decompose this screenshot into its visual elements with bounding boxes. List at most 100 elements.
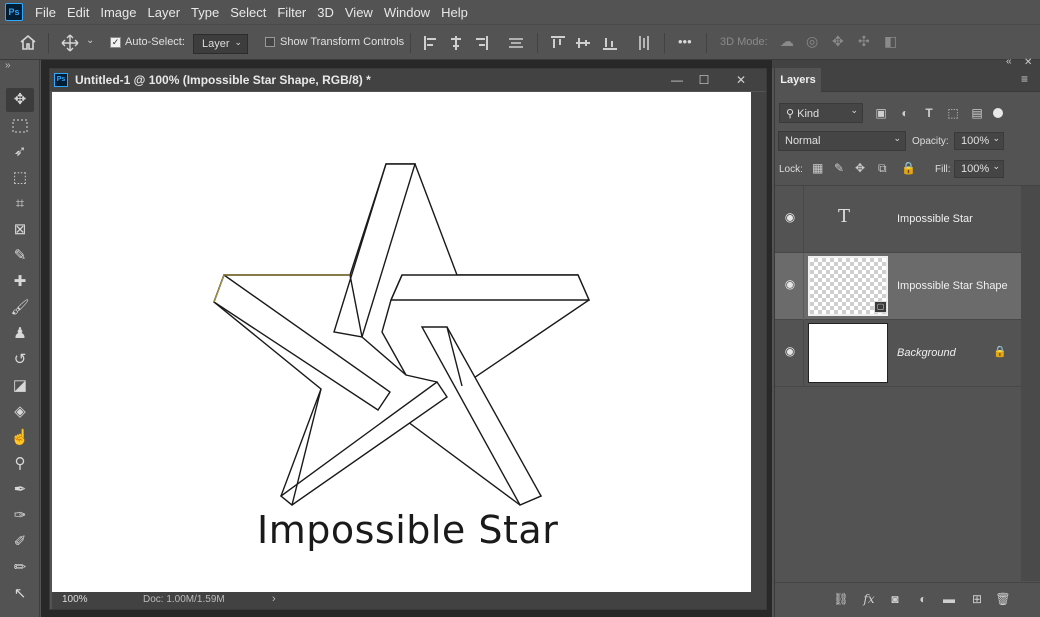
eraser-tool-icon[interactable]: ◪ xyxy=(6,374,34,398)
3d-slide-icon[interactable]: ✣ xyxy=(858,33,870,50)
menu-view[interactable]: View xyxy=(345,5,373,20)
show-transform-controls-checkbox[interactable] xyxy=(265,37,275,47)
fill-field[interactable]: 100% ⌄ xyxy=(954,160,1004,178)
lock-artboard-icon[interactable]: ⧉ xyxy=(878,161,887,176)
brush-tool-icon[interactable]: 🖌 xyxy=(6,296,34,320)
layer-row-background[interactable]: ◉ Background 🔒 xyxy=(775,320,1021,387)
lock-transparent-pixels-icon[interactable]: ▦ xyxy=(812,161,823,175)
distribute-vertical-icon[interactable] xyxy=(637,36,651,50)
collapse-panels-icon[interactable]: « xyxy=(1006,56,1012,67)
show-transform-controls-label: Show Transform Controls xyxy=(280,36,405,48)
home-icon[interactable] xyxy=(19,34,37,50)
layer-lock-icon[interactable]: 🔒 xyxy=(993,345,1007,358)
add-mask-icon[interactable]: ◙ xyxy=(887,591,903,607)
filter-type-layers-icon[interactable]: T xyxy=(921,106,937,122)
align-top-edges-icon[interactable] xyxy=(551,36,565,50)
object-selection-tool-icon[interactable]: ⬚ xyxy=(6,166,34,190)
clone-stamp-tool-icon[interactable]: ♟ xyxy=(6,322,34,346)
auto-select-target-dropdown[interactable]: Layer ⌄ xyxy=(193,34,248,54)
filter-adjustment-layers-icon[interactable]: ◐ xyxy=(897,106,913,122)
chevron-down-icon: ⌄ xyxy=(234,37,242,47)
filter-pixel-layers-icon[interactable]: ▣ xyxy=(873,106,889,122)
new-layer-icon[interactable]: ⊞ xyxy=(969,591,985,607)
lock-position-icon[interactable]: ✥ xyxy=(855,161,865,175)
canvas[interactable]: Impossible Star xyxy=(52,92,751,592)
auto-select-checkbox[interactable]: ✓ xyxy=(110,37,121,48)
pen-tool-icon[interactable]: ✒ xyxy=(6,478,34,502)
marquee-tool-icon[interactable] xyxy=(6,114,34,138)
menu-file[interactable]: File xyxy=(35,5,56,20)
filter-kind-dropdown[interactable]: ⚲ Kind ⌄ xyxy=(779,103,863,123)
align-right-edges-icon[interactable] xyxy=(474,36,488,50)
align-vertical-centers-icon[interactable] xyxy=(576,36,590,50)
3d-scale-icon[interactable]: ◧ xyxy=(884,33,897,50)
dodge-tool-icon[interactable]: ⚲ xyxy=(6,452,34,476)
align-horizontal-centers-icon[interactable] xyxy=(449,36,463,50)
crop-tool-icon[interactable]: ⌗ xyxy=(6,192,34,216)
menu-select[interactable]: Select xyxy=(230,5,266,20)
healing-brush-tool-icon[interactable]: ✚ xyxy=(6,270,34,294)
distribute-icon[interactable] xyxy=(508,36,524,50)
lock-image-pixels-icon[interactable]: ✎ xyxy=(834,161,844,175)
minimize-button[interactable]: — xyxy=(665,71,689,89)
link-layers-icon[interactable]: ⛓ xyxy=(833,591,849,607)
filter-toggle-icon[interactable] xyxy=(993,108,1003,118)
status-menu-arrow-icon[interactable]: › xyxy=(272,593,276,605)
curvature-pen-tool-icon[interactable]: ✐ xyxy=(6,530,34,554)
close-panel-icon[interactable]: ✕ xyxy=(1024,57,1032,68)
opacity-field[interactable]: 100% ⌄ xyxy=(954,132,1004,150)
menu-edit[interactable]: Edit xyxy=(67,5,89,20)
layer-list-scrollbar[interactable] xyxy=(1021,186,1040,581)
layer-name: Background xyxy=(897,347,956,359)
move-tool-button[interactable]: ✥ xyxy=(6,88,34,112)
paint-bucket-tool-icon[interactable]: ◈ xyxy=(6,400,34,424)
history-brush-tool-icon[interactable]: ↺ xyxy=(6,348,34,372)
frame-tool-icon[interactable]: ⊠ xyxy=(6,218,34,242)
eyedropper-tool-icon[interactable]: ✎ xyxy=(6,244,34,268)
more-options-icon[interactable]: ••• xyxy=(678,34,692,49)
smudge-tool-icon[interactable]: ☝ xyxy=(6,426,34,450)
new-group-icon[interactable]: ▬ xyxy=(941,591,957,607)
3d-orbit-icon[interactable]: ☁ xyxy=(780,33,794,50)
zoom-level[interactable]: 100% xyxy=(62,594,88,605)
menu-help[interactable]: Help xyxy=(441,5,468,20)
blend-mode-dropdown[interactable]: Normal ⌄ xyxy=(778,131,906,151)
menu-3d[interactable]: 3D xyxy=(317,5,334,20)
visibility-eye-icon[interactable]: ◉ xyxy=(783,345,797,357)
delete-layer-icon[interactable]: 🗑 xyxy=(995,591,1011,607)
maximize-button[interactable]: ☐ xyxy=(692,71,716,89)
layer-row-impossible-star-shape[interactable]: ◉ ▢ Impossible Star Shape xyxy=(775,253,1021,320)
lock-all-icon[interactable]: 🔒 xyxy=(901,161,916,175)
menu-filter[interactable]: Filter xyxy=(277,5,306,20)
chevron-down-icon[interactable]: ⌄ xyxy=(86,35,94,46)
align-bottom-edges-icon[interactable] xyxy=(603,36,617,50)
filter-smart-objects-icon[interactable]: ▤ xyxy=(969,106,985,122)
lasso-tool-icon[interactable]: ➶ xyxy=(6,140,34,164)
close-button[interactable]: ✕ xyxy=(729,71,753,89)
menu-image[interactable]: Image xyxy=(100,5,136,20)
menu-layer[interactable]: Layer xyxy=(148,5,181,20)
align-left-edges-icon[interactable] xyxy=(424,36,438,50)
path-selection-tool-icon[interactable]: ↖ xyxy=(6,582,34,606)
adjustment-layer-icon[interactable]: ◐ xyxy=(915,591,931,607)
freeform-pen-tool-icon[interactable]: ✑ xyxy=(6,504,34,528)
menu-window[interactable]: Window xyxy=(384,5,430,20)
panel-menu-icon[interactable]: ≡ xyxy=(1021,72,1028,86)
add-anchor-point-tool-icon[interactable]: ✏ xyxy=(6,556,34,580)
3d-pan-icon[interactable]: ✥ xyxy=(832,33,844,50)
vertical-scrollbar[interactable] xyxy=(751,92,766,592)
fx-layer-style-icon[interactable]: fx xyxy=(861,591,877,607)
menu-type[interactable]: Type xyxy=(191,5,219,20)
visibility-eye-icon[interactable]: ◉ xyxy=(783,211,797,223)
document-tab[interactable]: Ps Untitled-1 @ 100% (Impossible Star Sh… xyxy=(50,69,766,91)
layer-row-impossible-star[interactable]: ◉ T Impossible Star xyxy=(775,186,1021,253)
filter-shape-layers-icon[interactable]: ⬚ xyxy=(945,106,961,122)
3d-roll-icon[interactable]: ◎ xyxy=(806,33,818,50)
fill-label: Fill: xyxy=(935,164,951,175)
status-bar: 100% Doc: 1.00M/1.59M › xyxy=(52,592,766,609)
visibility-eye-icon[interactable]: ◉ xyxy=(783,278,797,290)
menu-bar: Ps File Edit Image Layer Type Select Fil… xyxy=(0,0,1040,24)
move-tool-icon[interactable] xyxy=(61,34,79,52)
collapse-toolbar-icon[interactable]: » xyxy=(5,60,11,71)
tab-layers[interactable]: Layers xyxy=(775,68,821,92)
